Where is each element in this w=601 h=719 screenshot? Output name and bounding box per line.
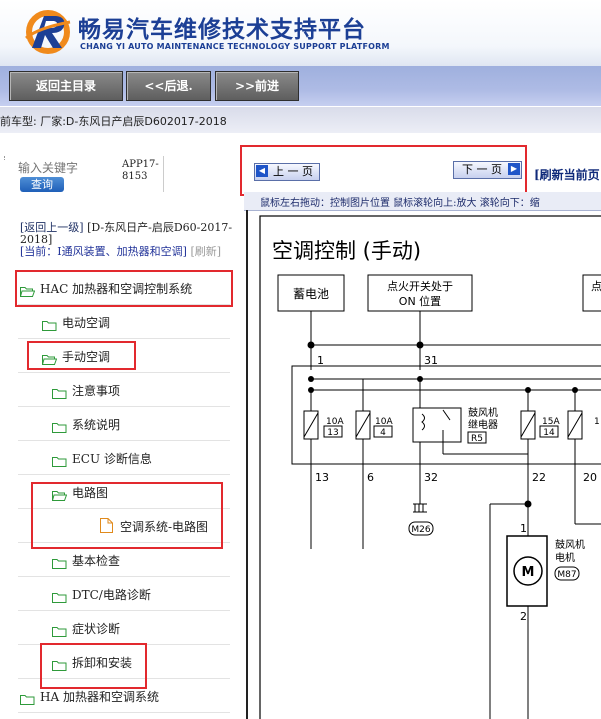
- home-button[interactable]: 返回主目录: [9, 71, 123, 101]
- tree-item[interactable]: 症状诊断: [18, 611, 230, 645]
- highlight-box: [240, 145, 527, 196]
- app-version: APP17-8153: [122, 159, 159, 182]
- wiring-diagram-svg: 空调控制 (手动) 蓄电池 点火开关处于 ON 位置 点 1 31 10A 13…: [259, 215, 601, 719]
- folder-icon: [52, 588, 67, 603]
- tree-item[interactable]: 注意事项: [18, 373, 230, 407]
- folder-icon: [52, 418, 67, 433]
- highlight-box: [31, 482, 223, 549]
- app-header: 畅易汽车维修技术支持平台 CHANG YI AUTO MAINTENANCE T…: [0, 0, 601, 66]
- out-20: 20: [583, 471, 597, 484]
- back-button[interactable]: <<后退.: [126, 71, 211, 101]
- motor-symbol: M: [522, 565, 535, 580]
- relay-code: R5: [471, 434, 483, 444]
- motor-pin-1: 1: [520, 522, 527, 535]
- tree-item[interactable]: 电动空调: [18, 305, 230, 339]
- fuse4-rating: 1: [594, 417, 600, 427]
- tree-item-label: 电动空调: [62, 316, 111, 330]
- motor-label-1: 鼓风机: [555, 538, 585, 551]
- tree-breadcrumb: [返回上一级] [D-东风日产-启辰D60-2017-2018] [当前：I通风…: [20, 222, 234, 258]
- folder-icon: [20, 690, 35, 705]
- ignition2-label: 点: [591, 280, 601, 293]
- ignition-label-2: ON 位置: [399, 294, 441, 308]
- wiring-diagram[interactable]: 空调控制 (手动) 蓄电池 点火开关处于 ON 位置 点 1 31 10A 13…: [258, 214, 601, 719]
- fuse1-number: 13: [327, 428, 338, 438]
- wire-number-1: 1: [317, 354, 324, 367]
- highlight-box: [15, 270, 233, 307]
- tree-item-label: 基本检查: [72, 554, 121, 568]
- ignition-label-1: 点火开关处于: [387, 279, 453, 293]
- tree-item[interactable]: DTC/电路诊断: [18, 577, 230, 611]
- relay-label-2: 继电器: [468, 418, 498, 431]
- brand-title: 畅易汽车维修技术支持平台: [78, 17, 366, 43]
- folder-icon: [52, 384, 67, 399]
- tree-item-label: 注意事项: [72, 384, 121, 398]
- tree-item[interactable]: ECU 诊断信息: [18, 441, 230, 475]
- refresh-page-link[interactable]: [刷新当前页: [534, 166, 600, 183]
- battery-label: 蓄电池: [293, 287, 329, 301]
- tree-item-label: HA 加热器和空调系统: [40, 690, 159, 704]
- viewer-hint: 鼠标左右拖动：控制图片位置 鼠标滚轮向上:放大 滚轮向下：缩: [260, 198, 540, 209]
- out-22: 22: [532, 471, 546, 484]
- brand-subtitle: CHANG YI AUTO MAINTENANCE TECHNOLOGY SUP…: [80, 42, 390, 51]
- folder-icon: [42, 316, 57, 331]
- panel-splitter[interactable]: [246, 210, 248, 719]
- tree-item-label: ECU 诊断信息: [72, 452, 152, 466]
- diagram-title: 空调控制 (手动): [272, 239, 421, 263]
- tree-item-label: 系统说明: [72, 418, 121, 432]
- motor-label-2: 电机: [555, 551, 575, 564]
- folder-icon: [52, 554, 67, 569]
- search-button[interactable]: 查询: [20, 177, 64, 192]
- out-13: 13: [315, 471, 329, 484]
- wire-number-31: 31: [424, 354, 438, 367]
- fuse3-number: 14: [543, 428, 555, 438]
- folder-icon: [52, 452, 67, 467]
- tree-item-label: DTC/电路诊断: [72, 588, 151, 602]
- tree-item[interactable]: 系统说明: [18, 407, 230, 441]
- connector-m26: M26: [411, 525, 430, 535]
- current-category: [当前：I通风装置、加热器和空调]: [20, 245, 187, 258]
- folder-icon: [52, 622, 67, 637]
- connector-m87: M87: [557, 570, 576, 580]
- out-6: 6: [367, 471, 374, 484]
- out-32: 32: [424, 471, 438, 484]
- main-toolbar: 返回主目录 <<后退. >>前进: [0, 66, 601, 106]
- changyi-logo-icon: [25, 10, 71, 54]
- highlight-box: [40, 643, 147, 689]
- highlight-box: [27, 341, 136, 370]
- relay-label-1: 鼓风机: [468, 406, 498, 419]
- motor-pin-2: 2: [520, 610, 527, 623]
- tree-item-label: 症状诊断: [72, 622, 121, 636]
- keyword-input[interactable]: [18, 160, 112, 176]
- fuse2-number: 4: [380, 428, 386, 438]
- current-vehicle: 前车型: 厂家:D-东风日产启辰D602017-2018: [0, 115, 227, 128]
- forward-button[interactable]: >>前进: [215, 71, 299, 101]
- refresh-link[interactable]: [刷新]: [190, 245, 221, 258]
- viewer-hint-bar: 鼠标左右拖动：控制图片位置 鼠标滚轮向上:放大 滚轮向下：缩: [244, 192, 601, 211]
- search-panel: 查询 APP17-8153: [0, 144, 240, 208]
